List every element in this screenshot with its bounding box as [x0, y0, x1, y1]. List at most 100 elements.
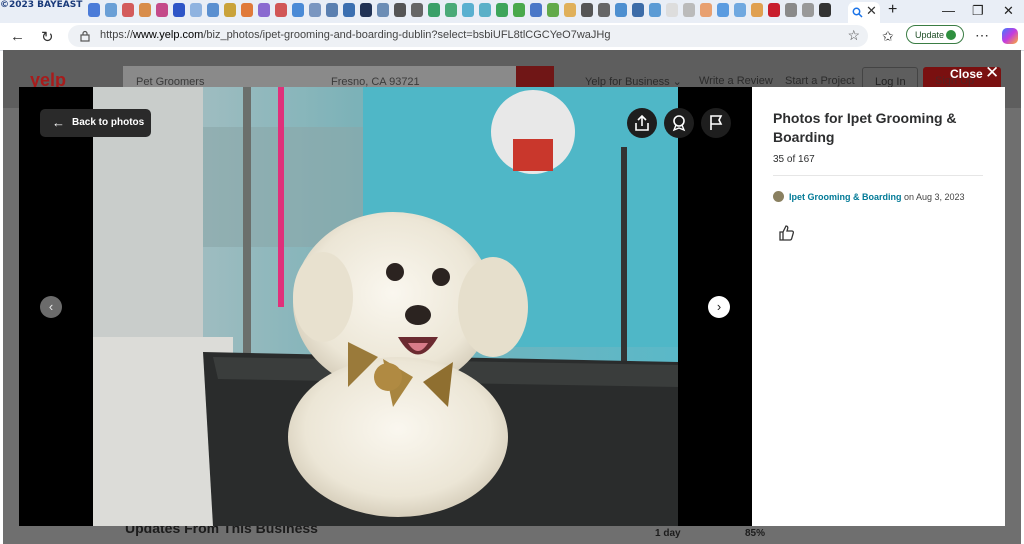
close-tab-icon[interactable]: ✕ — [866, 3, 877, 19]
dog-photo — [93, 87, 678, 526]
url-prefix: https:// — [100, 29, 134, 41]
close-button[interactable]: Close — [950, 67, 983, 81]
tab-favicon[interactable] — [785, 3, 797, 17]
photo-count: 35 of 167 — [773, 154, 815, 165]
tab-favicon[interactable] — [105, 3, 117, 17]
tab-favicon[interactable] — [581, 3, 593, 17]
tab-favicon[interactable] — [734, 3, 746, 17]
tab-favicon[interactable] — [173, 3, 185, 17]
tab-favicon[interactable] — [768, 3, 780, 17]
watermark-logo: ©2023 BAYEAST — [0, 0, 83, 10]
award-icon — [672, 115, 686, 132]
award-button[interactable] — [664, 108, 694, 138]
update-button[interactable]: Update — [906, 25, 964, 44]
tab-favicon[interactable] — [649, 3, 661, 17]
flag-button[interactable] — [701, 108, 731, 138]
window-close-icon[interactable]: ✕ — [1003, 3, 1014, 19]
share-icon — [635, 114, 649, 131]
tab-favicon[interactable] — [751, 3, 763, 17]
photo-info-panel: Photos for Ipet Grooming & Boarding 35 o… — [752, 87, 1005, 526]
flag-icon — [710, 115, 723, 130]
response-rate: 85% — [745, 528, 766, 539]
url-text[interactable]: https://www.yelp.com/biz_photos/ipet-gro… — [100, 29, 610, 41]
tab-favicon[interactable] — [326, 3, 338, 17]
favorites-icon[interactable]: ✩ — [882, 28, 894, 45]
previous-photo-button[interactable]: ‹ — [40, 296, 62, 318]
photo-modal: ← Back to photos ‹ › Photos for Ipet Gro… — [19, 87, 1005, 526]
back-icon[interactable]: ← — [10, 28, 25, 45]
share-button[interactable] — [627, 108, 657, 138]
tab-favicon[interactable] — [309, 3, 321, 17]
response-time: 1 day — [655, 528, 681, 539]
tab-favicon[interactable] — [360, 3, 372, 17]
refresh-icon[interactable]: ↻ — [41, 28, 54, 46]
chevron-right-icon: › — [716, 299, 722, 314]
tab-favicon[interactable] — [598, 3, 610, 17]
tab-favicon[interactable] — [564, 3, 576, 17]
groomed-dog-image — [93, 87, 678, 526]
tab-favicon[interactable] — [207, 3, 219, 17]
tab-favicon[interactable] — [700, 3, 712, 17]
write-review-link[interactable]: Write a Review — [699, 75, 773, 87]
tab-favicon[interactable] — [156, 3, 168, 17]
tab-favicon[interactable] — [394, 3, 406, 17]
tab-favicon[interactable] — [190, 3, 202, 17]
copilot-icon[interactable] — [1002, 28, 1018, 44]
divider — [773, 175, 983, 176]
panel-title: Photos for Ipet Grooming & Boarding — [773, 110, 957, 145]
tab-favicon[interactable] — [88, 3, 100, 17]
tab-favicon[interactable] — [802, 3, 814, 17]
tab-favicon[interactable] — [462, 3, 474, 17]
tab-favicon[interactable] — [513, 3, 525, 17]
tab-favicon[interactable] — [224, 3, 236, 17]
browser-toolbar: ← ↻ https://www.yelp.com/biz_photos/ipet… — [0, 23, 1024, 51]
tab-favicon[interactable] — [717, 3, 729, 17]
minimize-icon[interactable]: — — [942, 3, 955, 18]
lock-icon[interactable] — [80, 30, 90, 42]
photo-viewer: ← Back to photos ‹ › — [19, 87, 752, 526]
restore-icon[interactable]: ❐ — [972, 3, 984, 19]
tab-favicon[interactable] — [139, 3, 151, 17]
tab-favicon[interactable] — [428, 3, 440, 17]
tab-favicon[interactable] — [258, 3, 270, 17]
tab-favicon[interactable] — [496, 3, 508, 17]
photo-date: on Aug 3, 2023 — [901, 192, 965, 202]
tab-favicon[interactable] — [530, 3, 542, 17]
update-label: Update — [915, 30, 945, 40]
tab-favicon[interactable] — [122, 3, 134, 17]
tab-favicon[interactable] — [683, 3, 695, 17]
avatar[interactable] — [773, 191, 784, 202]
tab-favicon[interactable] — [445, 3, 457, 17]
browser-tab-strip: ©2023 BAYEAST ✕ + — ❐ ✕ — [0, 0, 1024, 23]
url-domain: www.yelp.com — [133, 29, 204, 41]
tab-favicon[interactable] — [241, 3, 253, 17]
arrow-left-icon: ← — [52, 115, 65, 130]
back-to-photos-button[interactable]: ← Back to photos — [40, 109, 151, 137]
tab-favicon[interactable] — [632, 3, 644, 17]
close-icon[interactable]: ✕ — [985, 63, 999, 83]
tab-favicon[interactable] — [411, 3, 423, 17]
more-options-icon[interactable]: ⋯ — [975, 27, 989, 44]
tab-favicon[interactable] — [343, 3, 355, 17]
tab-favicon[interactable] — [292, 3, 304, 17]
favorite-star-icon[interactable]: ☆ — [847, 27, 860, 44]
tab-favicon[interactable] — [377, 3, 389, 17]
start-project-link[interactable]: Start a Project — [785, 75, 855, 87]
business-link[interactable]: Ipet Grooming & Boarding — [789, 192, 902, 202]
tab-favicon[interactable] — [275, 3, 287, 17]
address-bar[interactable]: https://www.yelp.com/biz_photos/ipet-gro… — [68, 25, 868, 47]
tab-favicon[interactable] — [479, 3, 491, 17]
next-photo-button[interactable]: › — [708, 296, 730, 318]
tab-favicon[interactable] — [666, 3, 678, 17]
helpful-button[interactable] — [778, 224, 796, 242]
search-icon — [852, 7, 863, 18]
back-to-photos-label: Back to photos — [72, 117, 145, 128]
update-status-icon — [946, 30, 956, 40]
tab-favicon[interactable] — [819, 3, 831, 17]
thumbs-up-icon — [779, 225, 795, 241]
tab-favicon[interactable] — [547, 3, 559, 17]
new-tab-icon[interactable]: + — [888, 1, 897, 19]
tab-favicons[interactable] — [88, 3, 831, 17]
chevron-left-icon: ‹ — [48, 299, 54, 314]
tab-favicon[interactable] — [615, 3, 627, 17]
